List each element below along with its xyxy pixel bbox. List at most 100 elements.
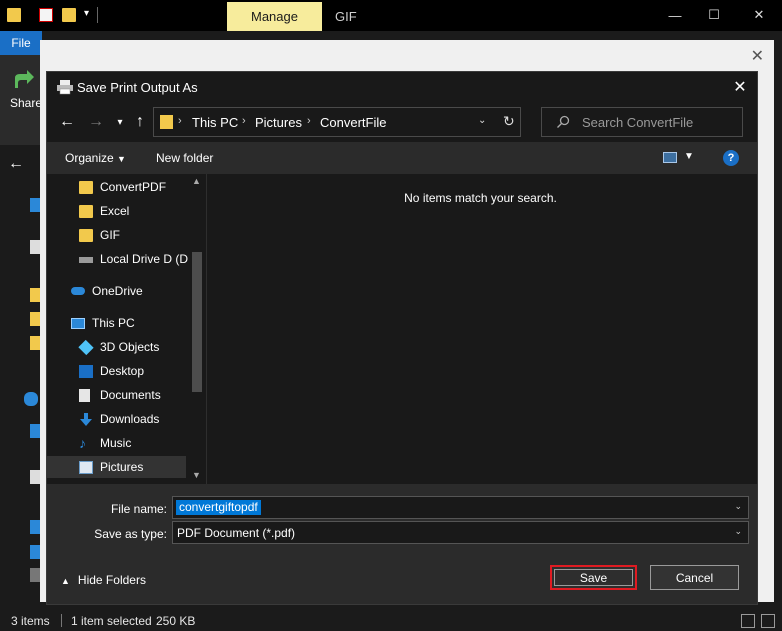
computer-icon bbox=[71, 317, 85, 329]
properties-icon[interactable] bbox=[39, 8, 53, 22]
printer-icon bbox=[57, 80, 73, 95]
share-icon[interactable] bbox=[12, 67, 36, 91]
chevron-up-icon: ▲ bbox=[61, 576, 70, 586]
breadcrumb-convertfile[interactable]: ConvertFile bbox=[320, 115, 386, 130]
cloud-icon bbox=[24, 392, 38, 406]
new-folder-icon[interactable] bbox=[62, 8, 76, 22]
sidebar-item-3d-objects[interactable]: 3D Objects bbox=[78, 336, 205, 358]
nav-scrollbar[interactable]: ▲ ▼ bbox=[188, 174, 205, 484]
help-icon[interactable]: ? bbox=[723, 150, 739, 166]
organize-button[interactable]: Organize ▼ bbox=[65, 151, 126, 165]
close-icon[interactable]: ✕ bbox=[726, 75, 754, 99]
maximize-icon[interactable]: ☐ bbox=[691, 4, 737, 26]
item-count: 3 items bbox=[11, 614, 50, 628]
computer-icon bbox=[30, 424, 40, 438]
search-icon bbox=[557, 115, 570, 128]
scroll-up-icon[interactable]: ▲ bbox=[192, 176, 201, 186]
chevron-right-icon[interactable]: › bbox=[242, 115, 246, 127]
scroll-down-icon[interactable]: ▼ bbox=[192, 470, 201, 480]
chevron-down-icon[interactable]: ▼ bbox=[684, 151, 694, 162]
sidebar-item-onedrive[interactable]: OneDrive bbox=[71, 280, 205, 302]
save-options: File name: convertgiftopdf ⌄ Save as typ… bbox=[47, 484, 757, 604]
share-label: Share bbox=[10, 96, 43, 110]
music-icon bbox=[30, 545, 40, 559]
chevron-right-icon[interactable]: › bbox=[307, 115, 311, 127]
file-list[interactable]: No items match your search. bbox=[207, 174, 757, 484]
close-icon[interactable]: ✕ bbox=[736, 4, 782, 26]
folder-icon[interactable] bbox=[7, 8, 21, 22]
drive-icon bbox=[79, 257, 93, 263]
file-name-label: File name: bbox=[110, 502, 167, 516]
file-name-field[interactable]: convertgiftopdf ⌄ bbox=[172, 496, 749, 519]
breadcrumb-pictures[interactable]: Pictures bbox=[255, 115, 302, 130]
sidebar-item-downloads[interactable]: Downloads bbox=[79, 408, 205, 430]
address-bar[interactable]: › This PC › Pictures › ConvertFile ⌄ ↻ bbox=[153, 107, 521, 137]
new-folder-button[interactable]: New folder bbox=[156, 151, 213, 165]
sidebar-item-desktop[interactable]: Desktop bbox=[79, 360, 205, 382]
sidebar-item-convertpdf[interactable]: ConvertPDF bbox=[79, 176, 205, 198]
sidebar-item-label: This PC bbox=[92, 316, 135, 330]
sidebar-item-label: OneDrive bbox=[92, 284, 143, 298]
empty-message: No items match your search. bbox=[404, 191, 557, 205]
recent-locations-icon[interactable]: ▾ bbox=[110, 112, 130, 132]
customize-toolbar-icon[interactable]: ▾ bbox=[84, 8, 89, 19]
address-row: ← → ▾ ↑ › This PC › Pictures › ConvertFi… bbox=[47, 102, 757, 142]
back-icon[interactable]: ← bbox=[57, 112, 77, 132]
chevron-down-icon[interactable]: ⌄ bbox=[734, 501, 742, 512]
details-view-icon[interactable] bbox=[741, 614, 755, 628]
up-icon[interactable]: ↑ bbox=[130, 112, 150, 132]
sidebar-item-label: Documents bbox=[100, 388, 161, 402]
folder-icon bbox=[79, 180, 93, 194]
sidebar-item-label: ConvertPDF bbox=[100, 180, 167, 194]
chevron-down-icon[interactable]: ⌄ bbox=[734, 526, 742, 537]
sidebar-item-label: Desktop bbox=[100, 364, 145, 378]
tab-manage[interactable]: Manage bbox=[227, 2, 322, 31]
desktop-icon bbox=[79, 364, 93, 378]
change-view-icon[interactable] bbox=[663, 152, 677, 163]
dialog-title: Save Print Output As bbox=[77, 80, 198, 95]
sidebar-item-pictures[interactable]: Pictures bbox=[47, 456, 186, 478]
save-button[interactable]: Save bbox=[550, 565, 637, 590]
chevron-right-icon[interactable]: › bbox=[178, 115, 182, 127]
sidebar-item-documents[interactable]: Documents bbox=[79, 384, 205, 406]
selection-size: 250 KB bbox=[156, 614, 196, 628]
focus-ring bbox=[554, 569, 633, 586]
scrollbar-thumb[interactable] bbox=[192, 252, 202, 392]
large-icons-view-icon[interactable] bbox=[761, 614, 775, 628]
refresh-icon[interactable]: ↻ bbox=[503, 113, 515, 130]
save-type-value: PDF Document (*.pdf) bbox=[177, 526, 296, 540]
breadcrumb-this-pc[interactable]: This PC bbox=[192, 115, 238, 130]
folder-icon bbox=[30, 312, 40, 326]
pc-icon bbox=[30, 198, 40, 212]
chevron-down-icon: ▼ bbox=[117, 154, 126, 164]
document-icon bbox=[30, 240, 40, 254]
sidebar-item-label: Music bbox=[100, 436, 132, 450]
chevron-down-icon[interactable]: ⌄ bbox=[478, 115, 486, 126]
search-placeholder: Search ConvertFile bbox=[582, 115, 694, 130]
cloud-icon bbox=[71, 287, 85, 295]
pictures-icon bbox=[30, 568, 40, 582]
sidebar-item-label: Pictures bbox=[100, 460, 144, 474]
back-arrow-icon[interactable]: ← bbox=[8, 155, 24, 173]
sidebar-item-gif[interactable]: GIF bbox=[79, 224, 205, 246]
close-icon[interactable]: ✕ bbox=[751, 46, 764, 66]
cube-icon bbox=[78, 339, 94, 355]
tab-file[interactable]: File bbox=[0, 31, 42, 55]
sidebar-item-local-drive-d[interactable]: Local Drive D (D: bbox=[79, 248, 205, 270]
sidebar-item-label: Excel bbox=[100, 204, 130, 218]
hide-folders-label: Hide Folders bbox=[77, 573, 146, 587]
sidebar-item-this-pc[interactable]: This PC bbox=[71, 312, 205, 334]
forward-icon[interactable]: → bbox=[86, 112, 106, 132]
cancel-button[interactable]: Cancel bbox=[650, 565, 739, 590]
search-input[interactable]: Search ConvertFile bbox=[541, 107, 743, 137]
save-type-label: Save as type: bbox=[94, 527, 167, 541]
document-icon bbox=[30, 470, 40, 484]
hide-folders-button[interactable]: ▲ Hide Folders bbox=[61, 573, 146, 587]
folder-icon bbox=[30, 288, 40, 302]
sidebar-item-music[interactable]: ♪ Music bbox=[79, 432, 205, 454]
folder-icon bbox=[79, 228, 93, 242]
sidebar-item-excel[interactable]: Excel bbox=[79, 200, 205, 222]
divider bbox=[97, 7, 98, 23]
save-type-select[interactable]: PDF Document (*.pdf) ⌄ bbox=[172, 521, 749, 544]
download-icon bbox=[30, 520, 40, 534]
